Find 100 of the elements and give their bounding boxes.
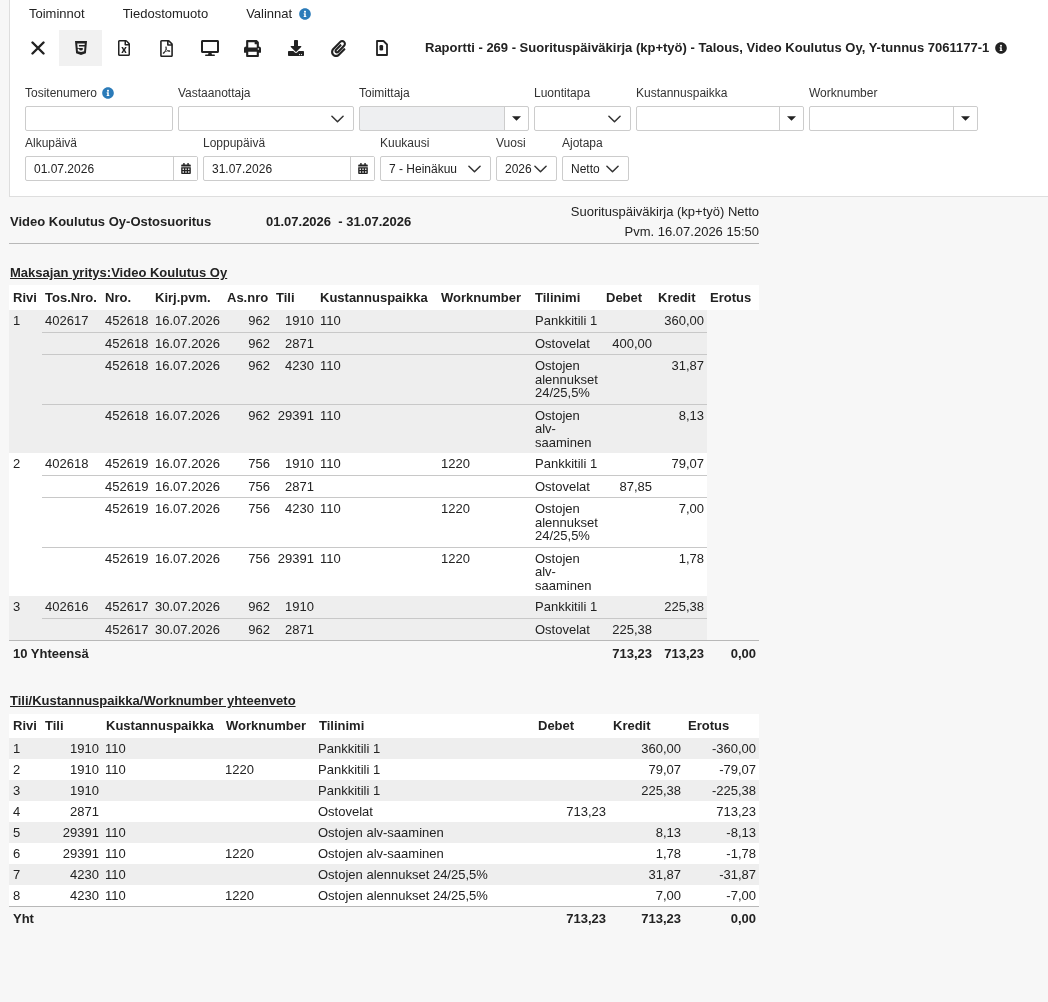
date-field[interactable]: 31.07.2026 (203, 156, 375, 181)
select-field[interactable]: 2026 (496, 156, 557, 181)
table-cell: 1220 (225, 762, 254, 777)
total-label: Yht (13, 910, 34, 926)
column-header: Tili (276, 289, 295, 305)
menu-item[interactable]: Valinnat (246, 6, 293, 22)
calendar-button[interactable] (173, 157, 197, 180)
table-cell: 1220 (441, 501, 470, 516)
caret-down-icon (961, 116, 970, 121)
table-cell: 4 (13, 804, 21, 819)
field-label: Toimittaja (359, 85, 410, 102)
table-cell: Ostojen alv-saaminen (318, 846, 444, 861)
table-cell: 29391 (277, 407, 314, 423)
table-cell: -79,07 (719, 762, 756, 777)
text-field[interactable] (25, 106, 173, 131)
table-cell: 79,07 (671, 456, 704, 471)
column-header: Rivi (13, 289, 37, 305)
column-header: Tilinimi (319, 718, 365, 734)
table-cell: Ostojen alennukset 24/25,5% (535, 501, 598, 543)
column-header: Erotus (688, 718, 730, 734)
table-cell: 110 (320, 501, 341, 516)
table-cell: 452617 (105, 621, 149, 637)
section-title: Tili/Kustannuspaikka/Worknumber yhteenveto (10, 693, 296, 708)
column-header: Nro. (105, 289, 131, 305)
pdf-file-icon (160, 39, 173, 57)
table-cell: 1,78 (678, 550, 704, 566)
field-label: Tositenumero (25, 85, 98, 102)
html-export-button[interactable] (59, 30, 102, 66)
date-field[interactable]: 01.07.2026 (25, 156, 198, 181)
html5-icon (74, 40, 87, 56)
download-icon (287, 40, 304, 56)
table-cell: Ostojen alv-saaminen (318, 825, 444, 840)
table-cell: 452619 (105, 456, 149, 471)
table-cell: -31,87 (719, 867, 756, 882)
spreadsheet-file-icon (117, 40, 130, 56)
table-cell: 7,00 (678, 501, 704, 516)
info-icon[interactable] (995, 42, 1008, 54)
select-field[interactable]: 7 - Heinäkuu (380, 156, 491, 181)
table-cell: 110 (105, 888, 126, 903)
caret-down-icon (787, 116, 796, 121)
table-cell: 1910 (285, 313, 314, 328)
column-header: Kredit (613, 718, 651, 734)
section-title: Maksajan yritys:Video Koulutus Oy (10, 265, 228, 280)
combo-field[interactable] (636, 106, 804, 131)
total-cell: 0,00 (730, 645, 756, 661)
table-cell: 962 (248, 358, 270, 373)
table-cell: 962 (248, 335, 270, 351)
table-cell: 30.07.2026 (155, 621, 221, 637)
document-icon (375, 40, 388, 56)
table-cell: Pankkitili 1 (318, 741, 381, 756)
table-cell: 225,38 (641, 783, 681, 798)
table-cell: 30.07.2026 (155, 599, 221, 614)
table-cell: Pankkitili 1 (318, 783, 381, 798)
table-cell: 8,13 (678, 407, 704, 423)
menu-item[interactable]: Toiminnot (29, 6, 85, 22)
table-cell: 2 (13, 456, 21, 471)
select-field[interactable] (534, 106, 631, 131)
table-cell: 452618 (105, 335, 149, 351)
table-cell: 3 (13, 599, 21, 614)
select-field[interactable]: Netto (562, 156, 629, 181)
print-date: Pvm. 16.07.2026 15:50 (624, 223, 759, 241)
table-cell: Ostojen alennukset 24/25,5% (318, 867, 488, 882)
table-cell: -1,78 (726, 846, 756, 861)
table-cell: 962 (248, 313, 270, 328)
field-label: Loppupäivä (203, 135, 266, 152)
table-cell: 4230 (285, 501, 314, 516)
table-cell: 4230 (70, 867, 99, 882)
table-cell: 452619 (105, 501, 149, 516)
combo-field[interactable] (809, 106, 978, 131)
table-cell: 110 (105, 867, 126, 882)
table-cell: 2 (13, 762, 21, 777)
table-cell: 225,38 (612, 621, 652, 637)
table-cell: 110 (320, 456, 341, 471)
table-cell: 16.07.2026 (155, 501, 221, 516)
column-header: Tos.Nro. (45, 289, 97, 305)
field-label: Worknumber (809, 85, 878, 102)
menu-item[interactable]: Tiedostomuoto (122, 6, 209, 22)
chevron-down-icon (606, 164, 619, 173)
table-cell: 962 (248, 621, 270, 637)
table-cell: 1,78 (655, 846, 681, 861)
table-cell: Pankkitili 1 (535, 313, 598, 328)
column-header: Kirj.pvm. (155, 289, 211, 305)
monitor-icon (200, 40, 219, 56)
table-cell: 16.07.2026 (155, 550, 221, 566)
table-cell: 29391 (277, 550, 314, 566)
table-cell: Pankkitili 1 (535, 599, 598, 614)
field-label: Kustannuspaikka (636, 85, 728, 102)
table-cell: 400,00 (612, 335, 652, 351)
table-cell: 452619 (105, 550, 149, 566)
table-cell: 8 (13, 888, 21, 903)
table-cell: 756 (248, 550, 270, 566)
table-cell: 79,07 (648, 762, 681, 777)
table-cell: 1910 (70, 783, 99, 798)
table-cell: 756 (248, 456, 270, 471)
table-cell: Ostovelat (535, 335, 590, 351)
total-label: 10 Yhteensä (13, 645, 89, 661)
column-header: Debet (538, 718, 575, 734)
select-field[interactable] (178, 106, 354, 131)
calendar-button[interactable] (350, 157, 374, 180)
calendar-icon (357, 163, 368, 174)
